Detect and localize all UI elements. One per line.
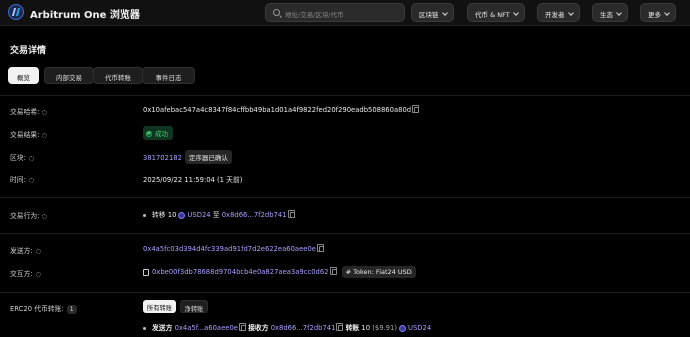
nav-label: 更多 xyxy=(648,11,661,19)
copy-icon[interactable] xyxy=(412,105,420,113)
from-label: 发送方: xyxy=(10,245,41,255)
interact-value-row: 0xbe00f3db78688d9704bcb4e0a827aea3a9cc0d… xyxy=(143,266,416,278)
transfer-to-label: 接收方 xyxy=(248,324,269,332)
tab-overview[interactable]: 概览 xyxy=(8,67,39,84)
time-label: 时间: xyxy=(10,174,34,184)
action-token-link[interactable]: USD24 xyxy=(187,211,210,219)
action-label-text: 交易行为: xyxy=(10,212,40,220)
status-text: 成功 xyxy=(155,130,168,138)
filter-all-transfers[interactable]: 所有转账 xyxy=(143,300,176,313)
copy-icon[interactable] xyxy=(316,244,324,252)
nav-label: 生态 xyxy=(600,11,613,19)
chevron-down-icon xyxy=(441,10,448,16)
divider xyxy=(0,292,690,293)
tab-internal-txns[interactable]: 内部交易 xyxy=(44,67,94,84)
chevron-down-icon xyxy=(616,10,622,16)
block-label: 区块: xyxy=(10,152,34,162)
transfer-amount-label: 转账 xyxy=(345,324,360,332)
action-address-link[interactable]: 0x8d66...7f2db741 xyxy=(222,211,287,219)
interact-label: 交互方: xyxy=(10,268,41,278)
transfer-usd-value: ($9.91) xyxy=(372,324,397,332)
status-badge: 成功 xyxy=(143,126,173,140)
tab-token-transfers[interactable]: 代币转账 xyxy=(93,67,143,84)
help-icon[interactable] xyxy=(28,155,34,161)
filter-net-transfers[interactable]: 净转账 xyxy=(180,300,208,313)
page-title: 交易详情 xyxy=(10,46,47,56)
search-icon xyxy=(273,9,280,16)
time-label-text: 时间: xyxy=(10,176,26,184)
divider xyxy=(0,197,690,198)
action-to-word: 至 xyxy=(212,211,220,219)
action-value-row: 转移 10 USD24 至 0x8d66...7f2db741 xyxy=(143,209,295,219)
search-placeholder: 地址/交易/区块/代币 xyxy=(285,11,344,19)
transfer-from-label: 发送方 xyxy=(152,324,173,332)
help-icon[interactable] xyxy=(42,132,48,138)
nav-more-button[interactable]: 更多 xyxy=(640,3,676,22)
nav-tokens-nft-button[interactable]: 代币 & NFT xyxy=(467,3,525,22)
bullet-icon xyxy=(143,326,146,330)
nav-label: 区块链 xyxy=(419,11,439,19)
block-number-link[interactable]: 381702182 xyxy=(143,154,182,162)
copy-icon[interactable] xyxy=(329,267,337,275)
copy-icon[interactable] xyxy=(287,210,295,218)
erc20-transfer-row: 发送方 0x4a5f...a60aee0e 接收方 0x8d66...7f2db… xyxy=(143,322,431,332)
from-label-text: 发送方: xyxy=(10,247,33,255)
bullet-icon xyxy=(143,213,146,217)
transfer-amount: 10 xyxy=(361,324,371,332)
tab-event-logs[interactable]: 事件日志 xyxy=(142,67,195,84)
search-input[interactable]: 地址/交易/区块/代币 xyxy=(265,3,405,22)
action-verb: 转移 xyxy=(152,211,166,219)
help-icon[interactable] xyxy=(28,177,34,183)
nav-label: 代币 & NFT xyxy=(475,11,510,19)
erc20-label: ERC20 代币转账: 1 xyxy=(10,303,77,314)
transfer-to-link[interactable]: 0x8d66...7f2db741 xyxy=(271,324,336,332)
usd24-token-icon xyxy=(398,324,406,332)
interact-label-text: 交互方: xyxy=(10,270,33,278)
action-label: 交易行为: xyxy=(10,210,48,220)
chevron-down-icon xyxy=(567,10,574,16)
help-icon[interactable] xyxy=(35,271,41,277)
chevron-down-icon xyxy=(664,10,670,16)
transfer-token-link[interactable]: USD24 xyxy=(408,324,431,332)
transfer-from-link[interactable]: 0x4a5f...a60aee0e xyxy=(175,324,238,332)
tx-hash: 0x10afebac547a4c8347f84cffbb49ba1d01a4f9… xyxy=(143,106,412,114)
block-value-row: 381702182 定序器已确认 xyxy=(143,150,232,164)
erc20-count-badge: 1 xyxy=(66,305,77,314)
help-icon[interactable] xyxy=(42,109,48,115)
nav-developers-button[interactable]: 开发者 xyxy=(537,3,580,22)
copy-icon[interactable] xyxy=(336,323,344,331)
result-label-text: 交易结果: xyxy=(10,131,40,139)
top-nav-bar: Arbitrum One 浏览器 地址/交易/区块/代币 区块链 代币 & NF… xyxy=(0,0,690,26)
from-address-link[interactable]: 0x4a5fc03d394d4fc339ad91fd7d2e622ea60aee… xyxy=(143,245,316,253)
time-value: 2025/09/22 11:59:04 (1 天前) xyxy=(143,176,243,184)
hash-label: 交易哈希: xyxy=(10,106,48,116)
chevron-down-icon xyxy=(512,10,519,16)
hash-label-text: 交易哈希: xyxy=(10,108,40,116)
result-label: 交易结果: xyxy=(10,129,48,139)
divider xyxy=(0,233,690,234)
check-circle-icon xyxy=(146,131,152,137)
nav-label: 开发者 xyxy=(545,11,565,19)
contract-icon xyxy=(143,268,149,276)
hash-value-row: 0x10afebac547a4c8347f84cffbb49ba1d01a4f9… xyxy=(143,105,420,114)
help-icon[interactable] xyxy=(35,248,41,254)
sequencer-confirmed-badge: 定序器已确认 xyxy=(184,150,232,164)
nav-blockchain-button[interactable]: 区块链 xyxy=(411,3,454,22)
app-title[interactable]: Arbitrum One 浏览器 xyxy=(30,6,140,21)
from-value-row: 0x4a5fc03d394d4fc339ad91fd7d2e622ea60aee… xyxy=(143,244,324,253)
usd24-token-icon xyxy=(178,211,186,219)
copy-icon[interactable] xyxy=(238,323,246,331)
help-icon[interactable] xyxy=(42,213,48,219)
nav-ecosystem-button[interactable]: 生态 xyxy=(592,3,628,22)
action-amount: 10 xyxy=(167,211,177,219)
erc20-label-text: ERC20 代币转账: xyxy=(10,305,64,313)
token-name-tag: # Token: Fiat24 USD xyxy=(341,266,416,278)
contract-address-link[interactable]: 0xbe00f3db78688d9704bcb4e0a827aea3a9cc0d… xyxy=(152,268,329,276)
arbitrum-logo-icon[interactable] xyxy=(8,4,24,20)
block-label-text: 区块: xyxy=(10,154,26,162)
divider xyxy=(0,95,690,96)
result-value-row: 成功 xyxy=(143,126,173,140)
